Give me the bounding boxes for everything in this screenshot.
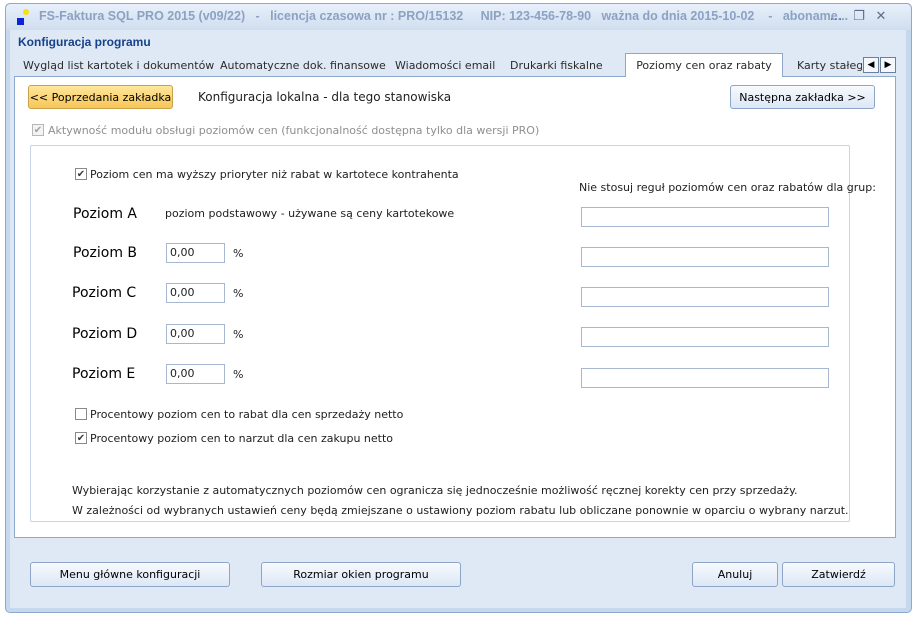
level-c-unit: % bbox=[233, 287, 244, 300]
tab-scroll-left-icon[interactable]: ◀ bbox=[863, 57, 879, 73]
section-title: Konfiguracja programu bbox=[18, 35, 151, 49]
groups-header: Nie stosuj reguł poziomów cen oraz rabat… bbox=[579, 181, 876, 194]
cancel-button[interactable]: Anuluj bbox=[692, 562, 778, 587]
tab-auto-finance-docs[interactable]: Automatyczne dok. finansowe bbox=[218, 55, 388, 77]
tab-email-messages[interactable]: Wiadomości email bbox=[393, 55, 497, 77]
level-e-percent-input[interactable]: 0,00 bbox=[166, 364, 225, 384]
level-c-percent-input[interactable]: 0,00 bbox=[166, 283, 225, 303]
level-b-unit: % bbox=[233, 247, 244, 260]
level-d-group-input[interactable] bbox=[581, 327, 829, 347]
module-active-label: Aktywność modułu obsługi poziomów cen (f… bbox=[48, 124, 540, 137]
narzut-checkbox[interactable]: ✔ bbox=[75, 432, 87, 444]
rabat-label: Procentowy poziom cen to rabat dla cen s… bbox=[90, 408, 404, 421]
maximize-button[interactable]: ❐ bbox=[850, 8, 868, 26]
level-e-label: Poziom E bbox=[72, 366, 136, 382]
info-line-1: Wybierając korzystanie z automatycznych … bbox=[72, 484, 798, 497]
level-e-unit: % bbox=[233, 368, 244, 381]
rabat-checkbox[interactable] bbox=[75, 408, 87, 420]
level-a-group-input[interactable] bbox=[581, 207, 829, 227]
local-config-label: Konfiguracja lokalna - dla tego stanowis… bbox=[198, 90, 452, 104]
minimize-button[interactable]: … bbox=[827, 8, 845, 26]
close-button[interactable]: ✕ bbox=[872, 8, 890, 26]
priority-label: Poziom cen ma wyższy prioryter niż rabat… bbox=[90, 168, 459, 181]
level-d-label: Poziom D bbox=[72, 326, 138, 342]
config-menu-button[interactable]: Menu główne konfiguracji bbox=[30, 562, 230, 587]
priority-checkbox[interactable]: ✔ bbox=[75, 168, 87, 180]
level-d-unit: % bbox=[233, 328, 244, 341]
level-c-group-input[interactable] bbox=[581, 287, 829, 307]
window-title: FS-Faktura SQL PRO 2015 (v09/22) - licen… bbox=[39, 9, 849, 23]
tab-loyalty-cards[interactable]: Karty stałego bbox=[795, 55, 862, 77]
window-size-button[interactable]: Rozmiar okien programu bbox=[261, 562, 461, 587]
prev-tab-button[interactable]: << Poprzedania zakładka bbox=[28, 85, 173, 109]
narzut-label: Procentowy poziom cen to narzut dla cen … bbox=[90, 432, 394, 445]
app-icon bbox=[17, 9, 31, 27]
level-d-percent-input[interactable]: 0,00 bbox=[166, 324, 225, 344]
level-b-group-input[interactable] bbox=[581, 247, 829, 267]
level-e-group-input[interactable] bbox=[581, 368, 829, 388]
tab-list-appearance[interactable]: Wygląd list kartotek i dokumentów bbox=[21, 55, 216, 77]
module-active-checkbox[interactable]: ✔ bbox=[32, 124, 44, 136]
level-a-label: Poziom A bbox=[73, 206, 137, 222]
next-tab-button[interactable]: Następna zakładka >> bbox=[730, 85, 875, 109]
level-b-label: Poziom B bbox=[73, 245, 138, 261]
confirm-button[interactable]: Zatwierdź bbox=[782, 562, 895, 587]
tab-scroll-right-icon[interactable]: ▶ bbox=[880, 57, 896, 73]
level-c-label: Poziom C bbox=[72, 285, 137, 301]
info-line-2: W zależności od wybranych ustawień ceny … bbox=[72, 504, 849, 517]
level-b-percent-input[interactable]: 0,00 bbox=[166, 243, 225, 263]
tab-price-levels[interactable]: Poziomy cen oraz rabaty bbox=[625, 53, 783, 78]
tab-fiscal-printers[interactable]: Drukarki fiskalne bbox=[508, 55, 605, 77]
level-a-description: poziom podstawowy - używane są ceny kart… bbox=[165, 207, 455, 220]
